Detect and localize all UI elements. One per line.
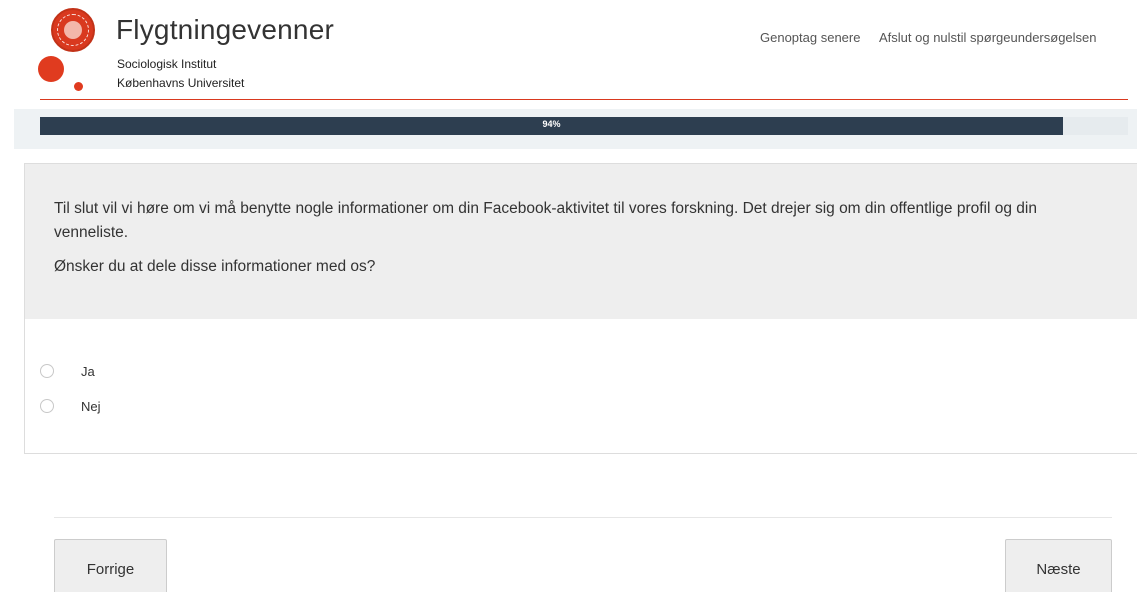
logo-dot-small [74, 82, 83, 91]
option-label: Ja [81, 364, 95, 379]
question-prompt: Ønsker du at dele disse informationer me… [54, 258, 376, 275]
next-button[interactable]: Næste [1005, 539, 1112, 592]
institute-name: Sociologisk Institut [117, 57, 217, 71]
option-label: Nej [81, 399, 101, 414]
university-seal-icon [51, 8, 95, 52]
radio-nej[interactable] [40, 399, 54, 413]
radio-ja[interactable] [40, 364, 54, 378]
logo-dot-large [38, 56, 64, 82]
previous-button[interactable]: Forrige [54, 539, 167, 592]
logo [38, 8, 128, 98]
header-divider [40, 99, 1128, 100]
question-text: Til slut vil vi høre om vi må benytte no… [54, 200, 1037, 241]
exit-reset-link[interactable]: Afslut og nulstil spørgeundersøgelsen [879, 30, 1097, 45]
progress-label: 94% [542, 119, 561, 129]
footer-divider [54, 517, 1112, 518]
survey-page: Flygtningevenner Sociologisk Institut Kø… [0, 0, 1137, 592]
university-name: Københavns Universitet [117, 76, 245, 90]
resume-later-link[interactable]: Genoptag senere [760, 30, 860, 45]
page-title: Flygtningevenner [116, 14, 334, 45]
